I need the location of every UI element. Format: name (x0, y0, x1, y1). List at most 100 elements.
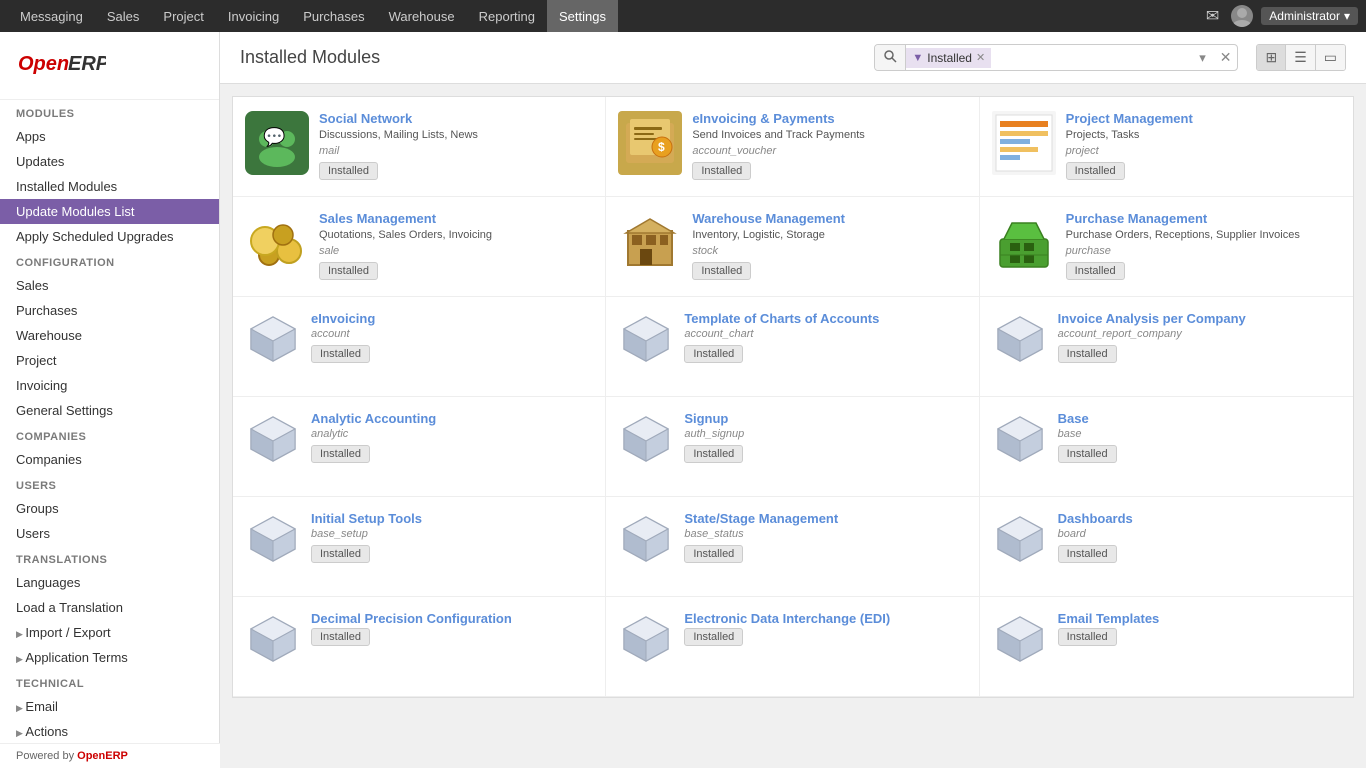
module-card: Sales Management Quotations, Sales Order… (233, 197, 606, 297)
module-name[interactable]: Electronic Data Interchange (EDI) (684, 611, 966, 626)
sidebar-item-purchases[interactable]: Purchases (0, 298, 219, 323)
module-tech: mail (319, 145, 593, 157)
module-info: Social Network Discussions, Mailing List… (319, 111, 593, 180)
card-view-button[interactable]: ▭ (1316, 45, 1345, 70)
sidebar-item-invoicing[interactable]: Invoicing (0, 373, 219, 398)
module-name[interactable]: Decimal Precision Configuration (311, 611, 593, 626)
installed-button[interactable]: Installed (692, 162, 751, 180)
search-button[interactable] (875, 45, 906, 70)
module-name[interactable]: Dashboards (1058, 511, 1341, 526)
avatar[interactable] (1231, 5, 1253, 27)
module-card: Decimal Precision Configuration Installe… (233, 597, 606, 697)
section-title-configuration: Configuration (0, 249, 219, 273)
module-name[interactable]: eInvoicing & Payments (692, 111, 966, 126)
installed-button[interactable]: Installed (319, 262, 378, 280)
installed-button[interactable]: Installed (684, 628, 743, 646)
logo-open: Open ERP (16, 59, 106, 86)
sidebar-item-email[interactable]: Email (0, 694, 219, 719)
installed-button[interactable]: Installed (311, 445, 370, 463)
module-name[interactable]: eInvoicing (311, 311, 593, 326)
module-name[interactable]: Base (1058, 411, 1341, 426)
installed-button[interactable]: Installed (1058, 445, 1117, 463)
sidebar-item-apply-scheduled-upgrades[interactable]: Apply Scheduled Upgrades (0, 224, 219, 249)
sidebar-item-warehouse[interactable]: Warehouse (0, 323, 219, 348)
installed-button[interactable]: Installed (311, 345, 370, 363)
sidebar-item-apps[interactable]: Apps (0, 124, 219, 149)
sidebar-item-actions[interactable]: Actions (0, 719, 219, 744)
sidebar-item-project[interactable]: Project (0, 348, 219, 373)
section-title-translations: Translations (0, 546, 219, 570)
module-info: Initial Setup Tools base_setup Installed (311, 511, 593, 563)
sidebar-item-load-translation[interactable]: Load a Translation (0, 595, 219, 620)
installed-button[interactable]: Installed (684, 545, 743, 563)
nav-settings[interactable]: Settings (547, 0, 618, 32)
sidebar-item-sales[interactable]: Sales (0, 273, 219, 298)
sidebar-item-import-export[interactable]: Import / Export (0, 620, 219, 645)
search-input[interactable] (991, 46, 1191, 69)
sidebar-item-installed-modules[interactable]: Installed Modules (0, 174, 219, 199)
module-name[interactable]: Social Network (319, 111, 593, 126)
main-layout: Open ERP Modules Apps Updates Installed … (0, 32, 1366, 768)
installed-button[interactable]: Installed (1058, 345, 1117, 363)
module-tech: account_report_company (1058, 328, 1341, 340)
admin-dropdown[interactable]: Administrator ▾ (1261, 7, 1358, 25)
installed-button[interactable]: Installed (1066, 262, 1125, 280)
installed-button[interactable]: Installed (1058, 545, 1117, 563)
module-name[interactable]: State/Stage Management (684, 511, 966, 526)
installed-button[interactable]: Installed (311, 628, 370, 646)
search-clear-button[interactable]: ✕ (1214, 45, 1238, 70)
module-name[interactable]: Invoice Analysis per Company (1058, 311, 1341, 326)
nav-purchases[interactable]: Purchases (291, 0, 376, 32)
sidebar-item-application-terms[interactable]: Application Terms (0, 645, 219, 670)
nav-invoicing[interactable]: Invoicing (216, 0, 291, 32)
installed-button[interactable]: Installed (684, 445, 743, 463)
module-info: State/Stage Management base_status Insta… (684, 511, 966, 563)
sidebar-item-groups[interactable]: Groups (0, 496, 219, 521)
installed-button[interactable]: Installed (311, 545, 370, 563)
nav-sales[interactable]: Sales (95, 0, 152, 32)
module-info: Project Management Projects, Tasks proje… (1066, 111, 1341, 180)
module-name[interactable]: Template of Charts of Accounts (684, 311, 966, 326)
installed-button[interactable]: Installed (1066, 162, 1125, 180)
grid-container: 💬 Social Network Discussions, Mailing Li… (232, 96, 1354, 698)
sidebar-item-general-settings[interactable]: General Settings (0, 398, 219, 423)
module-name[interactable]: Initial Setup Tools (311, 511, 593, 526)
svg-text:$: $ (658, 140, 665, 154)
sidebar-item-updates[interactable]: Updates (0, 149, 219, 174)
sidebar-item-languages[interactable]: Languages (0, 570, 219, 595)
search-dropdown-button[interactable]: ▾ (1191, 46, 1214, 70)
module-name[interactable]: Sales Management (319, 211, 593, 226)
sidebar-item-companies[interactable]: Companies (0, 447, 219, 472)
nav-reporting[interactable]: Reporting (467, 0, 547, 32)
module-desc: Quotations, Sales Orders, Invoicing (319, 228, 593, 242)
nav-warehouse[interactable]: Warehouse (377, 0, 467, 32)
module-desc: Discussions, Mailing Lists, News (319, 128, 593, 142)
module-icon (992, 311, 1048, 367)
mail-icon[interactable]: ✉ (1202, 2, 1223, 30)
sidebar-item-users[interactable]: Users (0, 521, 219, 546)
module-icon (618, 411, 674, 467)
section-title-modules: Modules (0, 100, 219, 124)
module-name[interactable]: Email Templates (1058, 611, 1341, 626)
module-desc: Projects, Tasks (1066, 128, 1341, 142)
module-name[interactable]: Purchase Management (1066, 211, 1341, 226)
module-tech: account_voucher (692, 145, 966, 157)
module-name[interactable]: Project Management (1066, 111, 1341, 126)
module-name[interactable]: Analytic Accounting (311, 411, 593, 426)
module-name[interactable]: Signup (684, 411, 966, 426)
installed-button[interactable]: Installed (319, 162, 378, 180)
installed-button[interactable]: Installed (684, 345, 743, 363)
nav-project[interactable]: Project (151, 0, 215, 32)
grid-view-button[interactable]: ⊞ (1257, 45, 1286, 70)
module-name[interactable]: Warehouse Management (692, 211, 966, 226)
content-area: Installed Modules ▼ Installed ✕ (220, 32, 1366, 768)
list-view-button[interactable]: ☰ (1286, 45, 1316, 70)
filter-remove-button[interactable]: ✕ (976, 51, 985, 64)
installed-button[interactable]: Installed (692, 262, 751, 280)
installed-button[interactable]: Installed (1058, 628, 1117, 646)
nav-messaging[interactable]: Messaging (8, 0, 95, 32)
sidebar-item-update-modules-list[interactable]: Update Modules List (0, 199, 219, 224)
module-tech: auth_signup (684, 428, 966, 440)
sidebar: Open ERP Modules Apps Updates Installed … (0, 32, 220, 768)
module-card: eInvoicing account Installed (233, 297, 606, 397)
